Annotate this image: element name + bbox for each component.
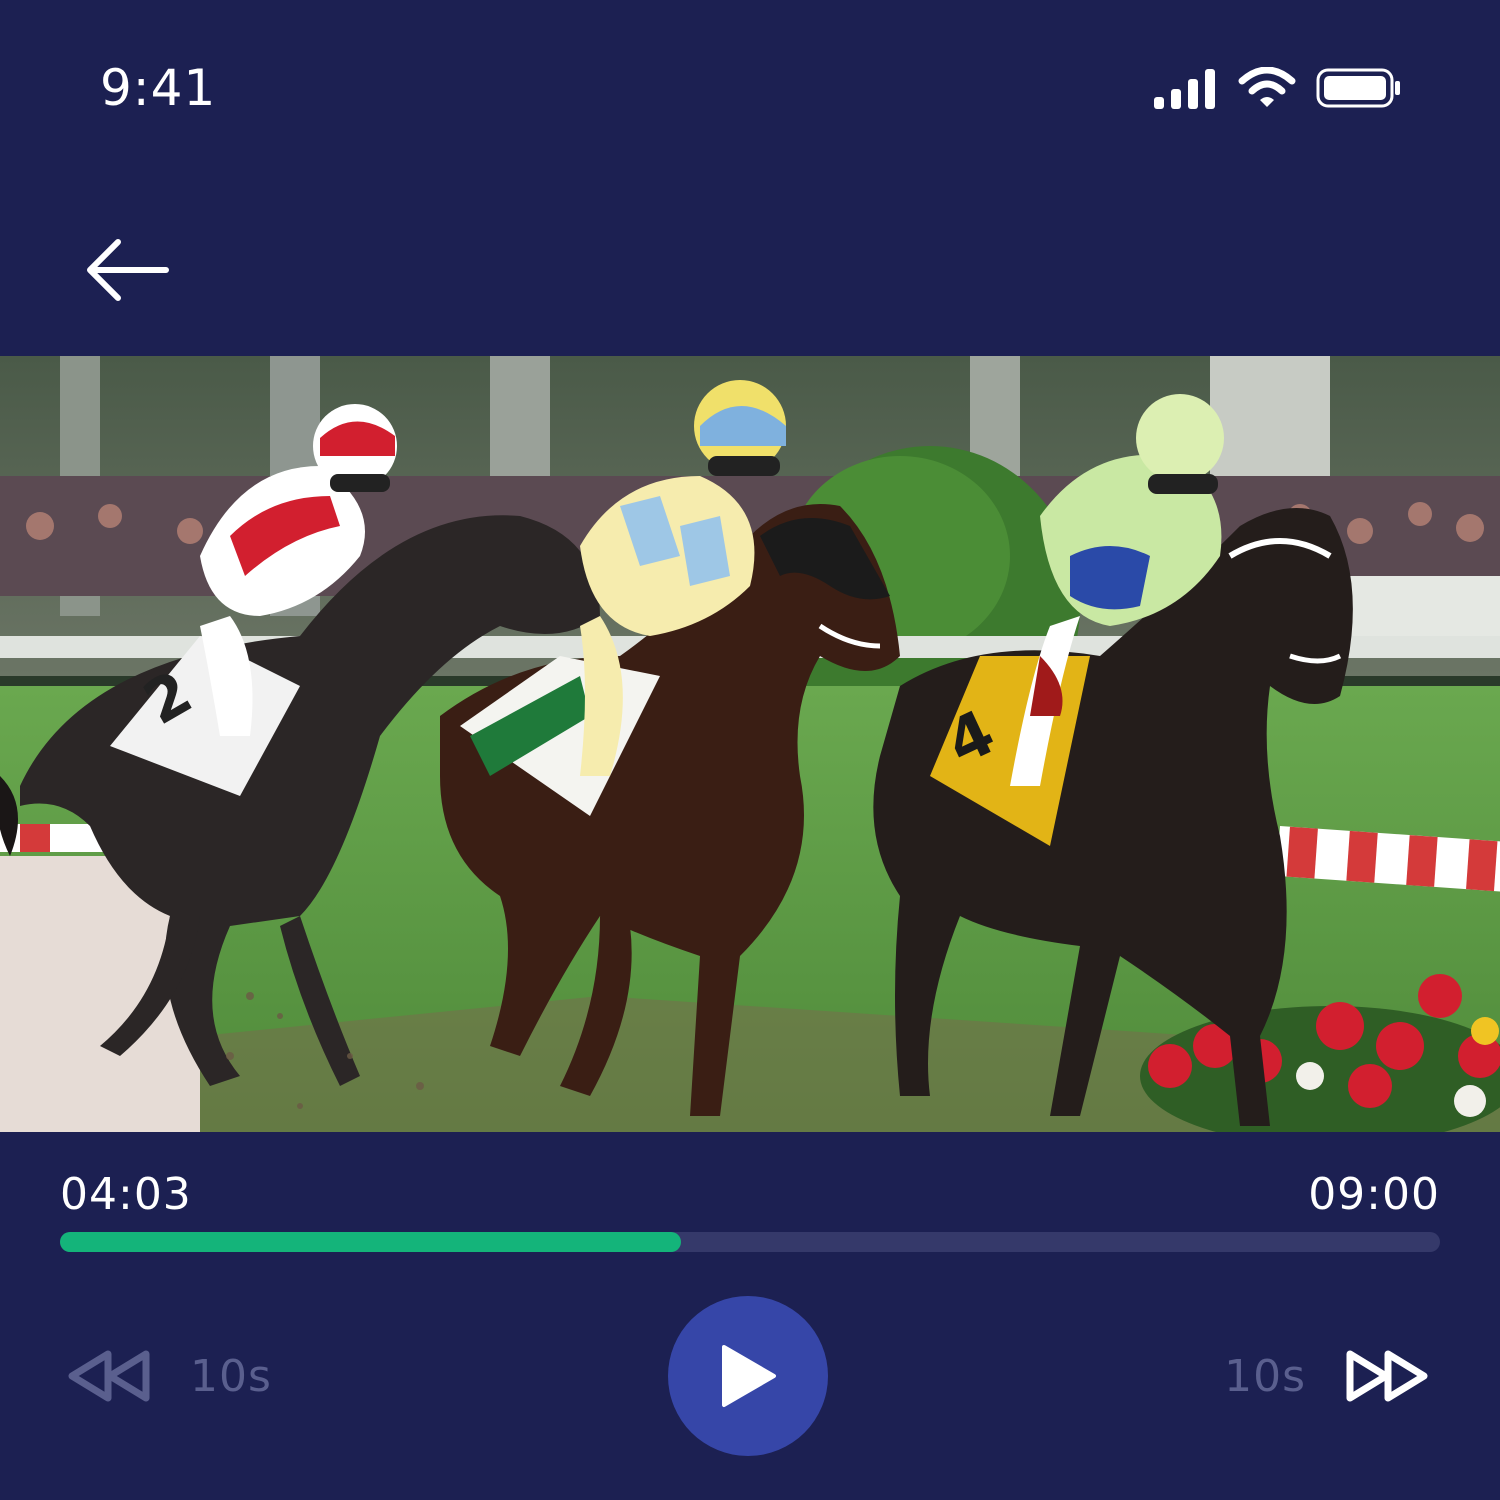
battery-icon	[1316, 68, 1400, 108]
play-button[interactable]	[668, 1296, 828, 1456]
status-time: 9:41	[100, 59, 217, 117]
total-time: 09:00	[1308, 1169, 1440, 1220]
back-button[interactable]	[84, 236, 174, 306]
rewind-icon	[68, 1350, 150, 1402]
horse-race-image: 2 4	[0, 356, 1500, 1132]
progress-bar[interactable]	[60, 1232, 1440, 1252]
wifi-icon	[1238, 67, 1296, 107]
fast-forward-icon	[1346, 1350, 1428, 1402]
rewind-10s-button[interactable]: 10s	[66, 1340, 272, 1412]
play-icon	[722, 1345, 776, 1407]
arrow-left-icon	[87, 239, 169, 301]
cellular-signal-icon	[1154, 69, 1215, 109]
forward-label: 10s	[1224, 1350, 1306, 1402]
rewind-label: 10s	[190, 1350, 272, 1402]
current-time: 04:03	[60, 1169, 192, 1220]
progress-fill	[60, 1232, 681, 1252]
video-frame[interactable]: 2 4	[0, 356, 1500, 1132]
forward-10s-button[interactable]: 10s	[1224, 1340, 1430, 1412]
status-bar: 9:41	[0, 0, 1500, 180]
status-icons	[1152, 66, 1402, 110]
